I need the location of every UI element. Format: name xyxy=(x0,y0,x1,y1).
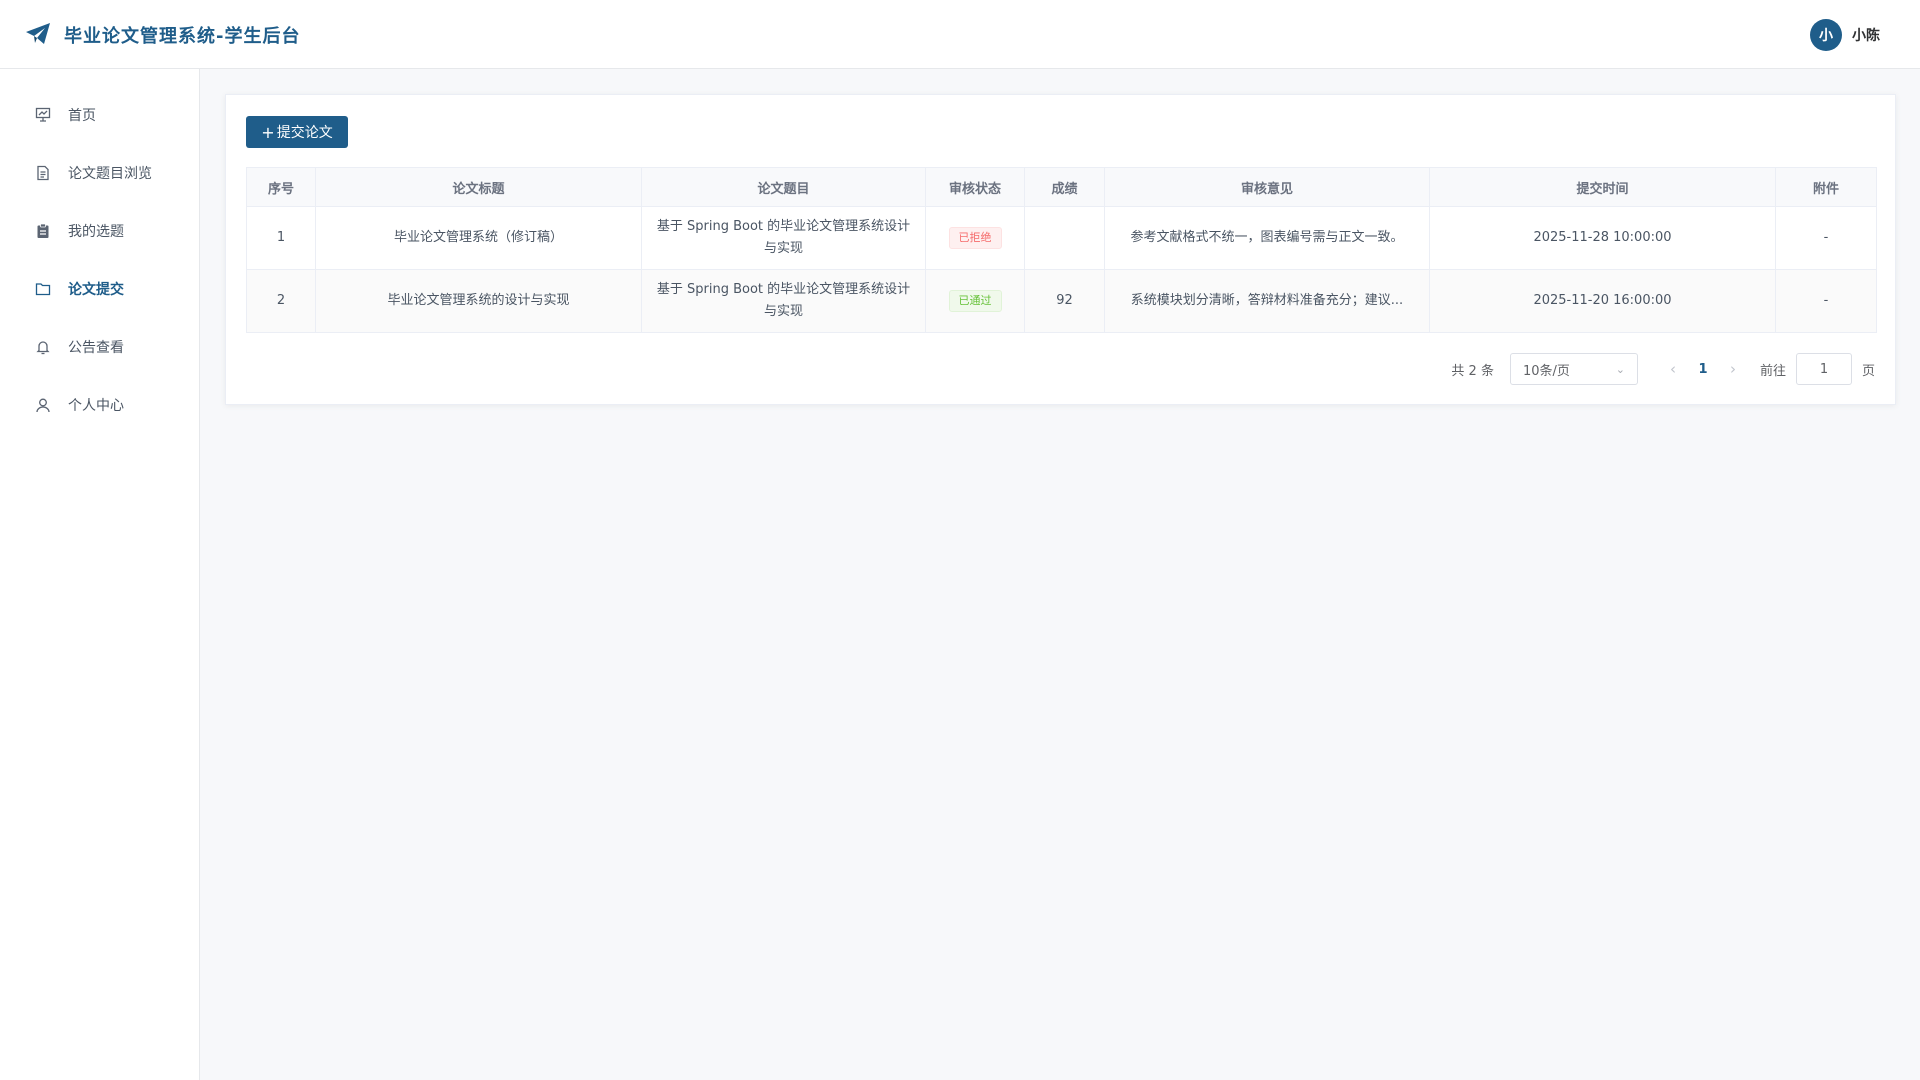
paper-plane-icon xyxy=(26,23,50,44)
cell-score: 92 xyxy=(1024,269,1105,333)
goto-label: 前往 xyxy=(1759,363,1786,379)
folder-icon xyxy=(34,280,52,298)
thesis-card: + 提交论文 序号 论文标题 论文题目 审核状态 成绩 审核意见 提交时间 附件… xyxy=(225,94,1896,405)
column-header-title[interactable]: 论文标题 xyxy=(315,167,642,207)
chevron-down-icon: ⌄ xyxy=(1615,362,1625,376)
user-icon xyxy=(34,396,52,414)
top-header: 毕业论文管理系统-学生后台 小 小陈 xyxy=(0,0,1920,69)
sidebar-item-label: 公告查看 xyxy=(68,340,124,356)
submit-thesis-button[interactable]: + 提交论文 xyxy=(246,116,348,148)
cell-index: 2 xyxy=(246,269,316,333)
cell-comment: 系统模块划分清晰，答辩材料准备充分；建议... xyxy=(1104,269,1430,333)
cell-attachment: - xyxy=(1775,206,1877,270)
sidebar-item-label: 首页 xyxy=(68,108,96,124)
user-menu[interactable]: 小 小陈 xyxy=(1810,19,1880,51)
document-icon xyxy=(34,164,52,182)
column-header-status[interactable]: 审核状态 xyxy=(925,167,1025,207)
column-header-comment[interactable]: 审核意见 xyxy=(1104,167,1430,207)
bell-icon xyxy=(34,338,52,356)
cell-index: 1 xyxy=(246,206,316,270)
cell-topic: 基于 Spring Boot 的毕业论文管理系统设计与实现 xyxy=(641,206,926,270)
cell-status: 已通过 xyxy=(925,269,1025,333)
column-header-index[interactable]: 序号 xyxy=(246,167,316,207)
sidebar-item-home[interactable]: 首页 xyxy=(0,86,199,144)
page-size-value: 10条/页 xyxy=(1522,363,1570,379)
cell-title: 毕业论文管理系统的设计与实现 xyxy=(315,269,642,333)
sidebar-item-my-topic[interactable]: 我的选题 xyxy=(0,202,199,260)
sidebar-item-profile[interactable]: 个人中心 xyxy=(0,376,199,434)
sidebar-item-label: 论文提交 xyxy=(68,282,124,298)
cell-title: 毕业论文管理系统（修订稿） xyxy=(315,206,642,270)
sidebar-item-topic-browse[interactable]: 论文题目浏览 xyxy=(0,144,199,202)
page-size-select[interactable]: 10条/页 ⌄ xyxy=(1509,353,1638,385)
table-header-row: 序号 论文标题 论文题目 审核状态 成绩 审核意见 提交时间 附件 xyxy=(246,167,1877,207)
app-title: 毕业论文管理系统-学生后台 xyxy=(64,26,301,47)
sidebar-item-notice[interactable]: 公告查看 xyxy=(0,318,199,376)
column-header-attachment[interactable]: 附件 xyxy=(1775,167,1877,207)
submit-thesis-label: 提交论文 xyxy=(276,125,333,141)
thesis-table: 序号 论文标题 论文题目 审核状态 成绩 审核意见 提交时间 附件 1 毕业论文… xyxy=(246,167,1877,333)
column-header-time[interactable]: 提交时间 xyxy=(1429,167,1776,207)
cell-attachment: - xyxy=(1775,269,1877,333)
goto-page-input[interactable] xyxy=(1795,353,1852,385)
pagination: 共 2 条 10条/页 ⌄ ‹ 1 › 前往 页 xyxy=(1451,353,1875,385)
page-unit-label: 页 xyxy=(1861,363,1875,379)
table-row[interactable]: 1 毕业论文管理系统（修订稿） 基于 Spring Boot 的毕业论文管理系统… xyxy=(246,206,1877,270)
status-badge: 已拒绝 xyxy=(948,227,1002,249)
table-row[interactable]: 2 毕业论文管理系统的设计与实现 基于 Spring Boot 的毕业论文管理系… xyxy=(246,269,1877,333)
cell-time: 2025-11-20 16:00:00 xyxy=(1429,269,1776,333)
column-header-topic[interactable]: 论文题目 xyxy=(641,167,926,207)
sidebar-item-thesis-submit[interactable]: 论文提交 xyxy=(0,260,199,318)
sidebar-item-label: 个人中心 xyxy=(68,398,124,414)
clipboard-icon xyxy=(34,222,52,240)
sidebar-item-label: 论文题目浏览 xyxy=(68,166,152,182)
cell-score xyxy=(1024,206,1105,270)
cell-comment: 参考文献格式不统一，图表编号需与正文一致。 xyxy=(1104,206,1430,270)
cell-time: 2025-11-28 10:00:00 xyxy=(1429,206,1776,270)
avatar[interactable]: 小 xyxy=(1810,19,1842,51)
sidebar: 首页 论文题目浏览 我的选题 论文提交 公告查看 个人中心 xyxy=(0,69,200,1080)
plus-icon: + xyxy=(261,122,275,142)
presentation-icon xyxy=(34,106,52,124)
column-header-score[interactable]: 成绩 xyxy=(1024,167,1105,207)
user-name[interactable]: 小陈 xyxy=(1852,25,1880,45)
status-badge: 已通过 xyxy=(948,290,1002,312)
pagination-total: 共 2 条 xyxy=(1451,363,1494,379)
next-page-icon[interactable]: › xyxy=(1720,360,1746,378)
page-number-current[interactable]: 1 xyxy=(1686,362,1720,377)
sidebar-item-label: 我的选题 xyxy=(68,224,124,240)
cell-topic: 基于 Spring Boot 的毕业论文管理系统设计与实现 xyxy=(641,269,926,333)
prev-page-icon[interactable]: ‹ xyxy=(1660,360,1686,378)
cell-status: 已拒绝 xyxy=(925,206,1025,270)
